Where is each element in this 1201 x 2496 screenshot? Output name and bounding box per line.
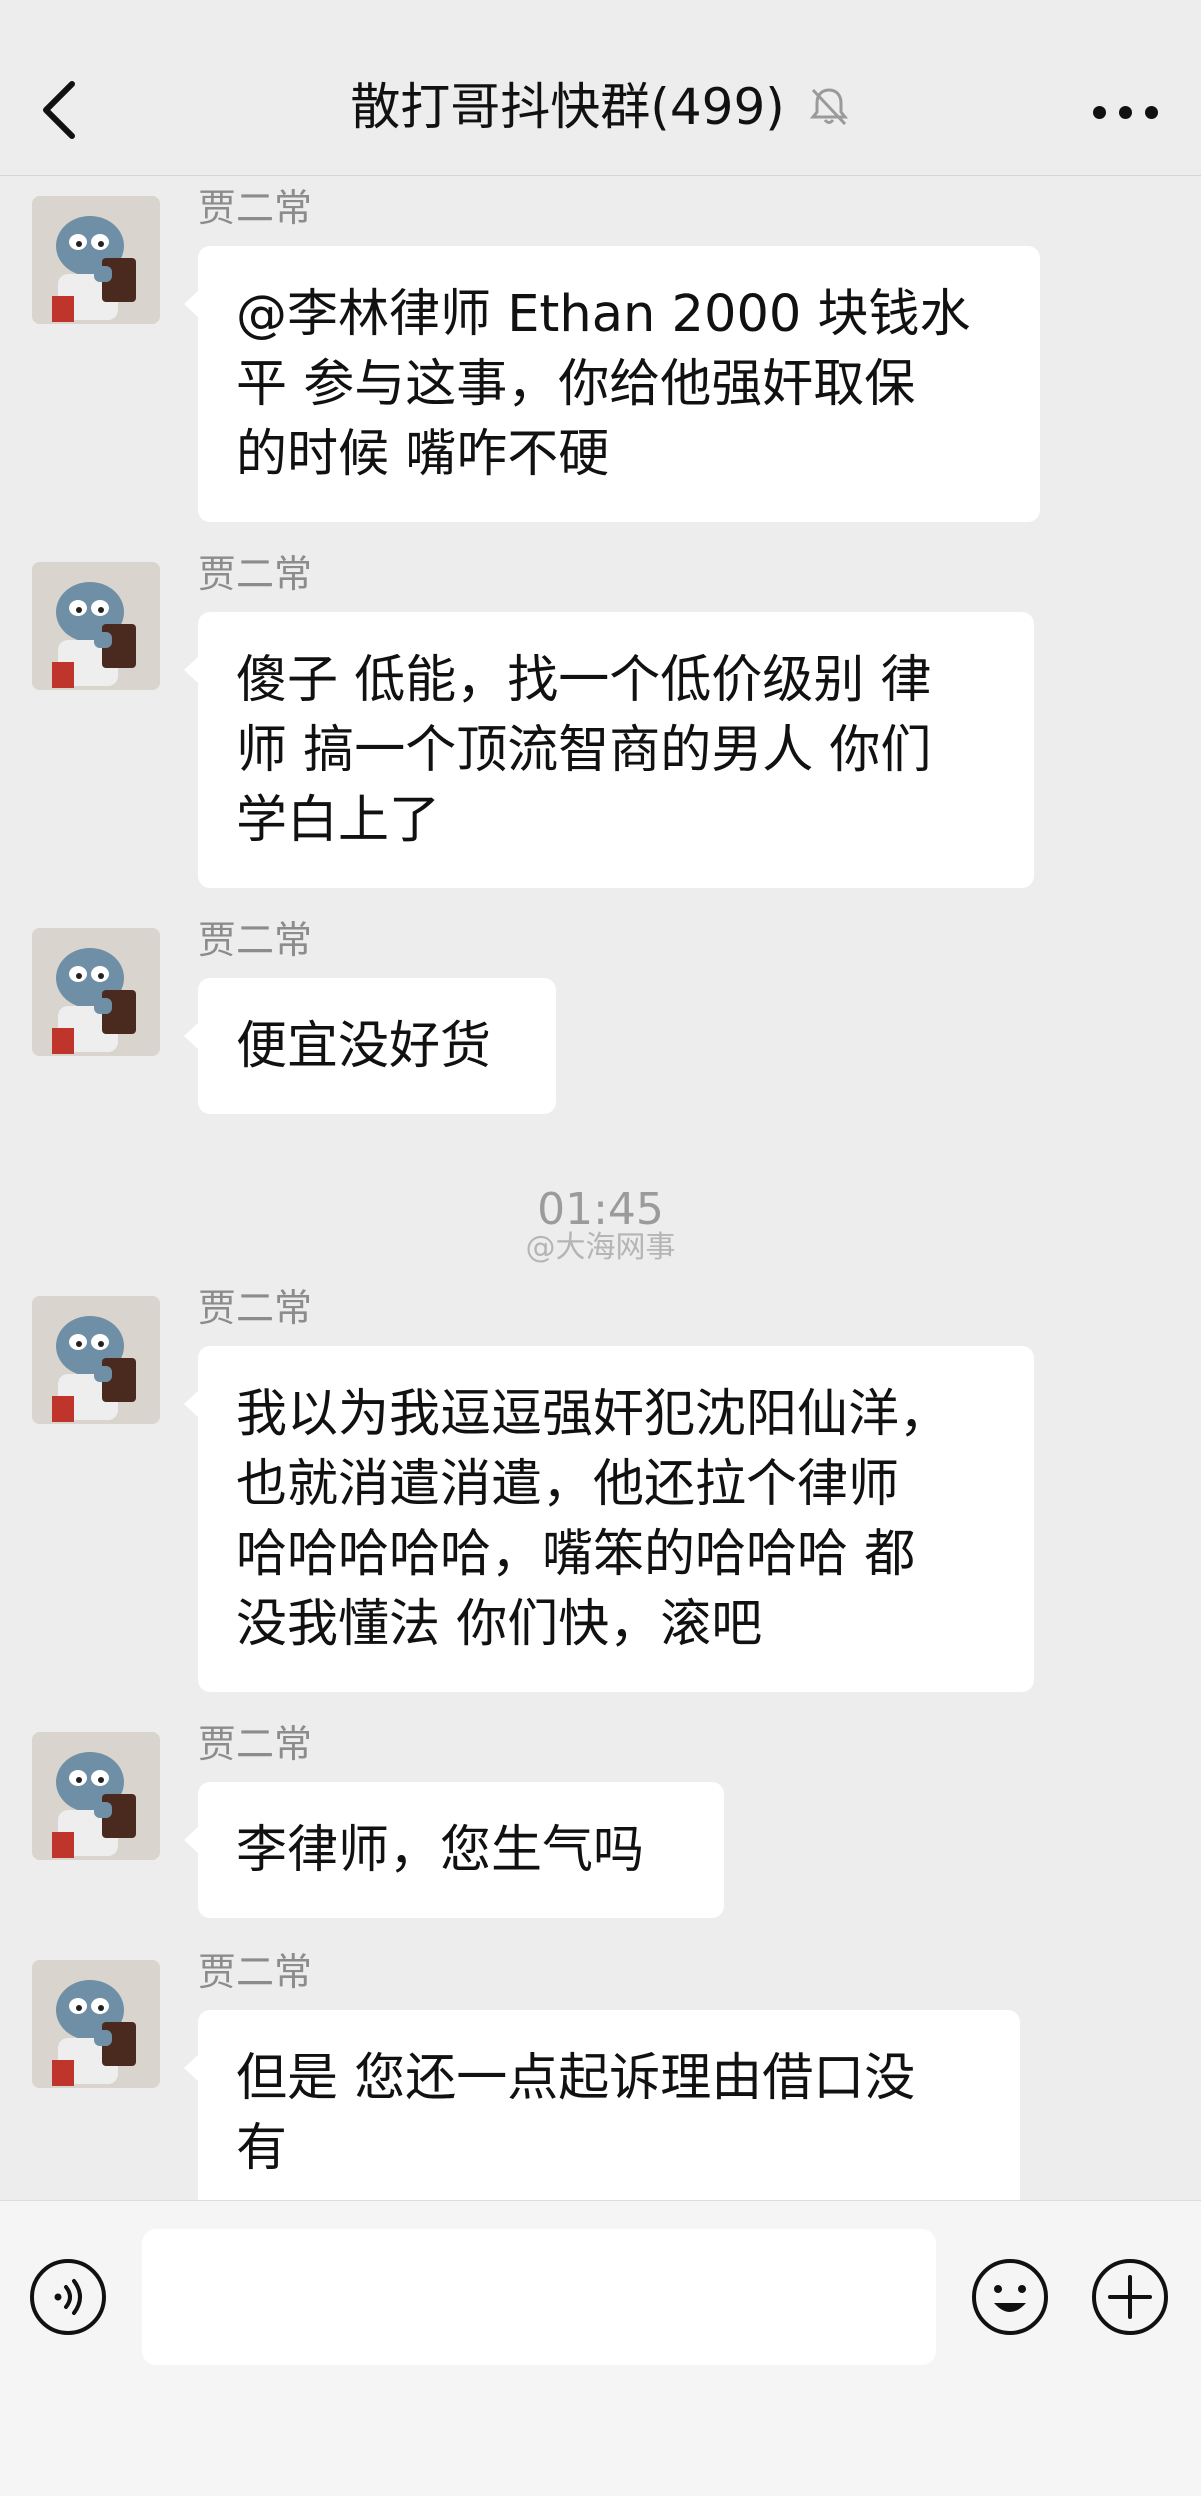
sender-name: 贾二常 [198, 186, 313, 230]
more-button[interactable] [1081, 80, 1171, 140]
chat-header: 散打哥抖快群(499) [0, 0, 1201, 176]
chat-title: 散打哥抖快群(499) [350, 78, 785, 136]
avatar[interactable] [32, 196, 160, 324]
avatar[interactable] [32, 928, 160, 1056]
avatar[interactable] [32, 562, 160, 690]
plus-button[interactable] [1090, 2257, 1170, 2337]
sender-name: 贾二常 [198, 1722, 313, 1766]
avatar[interactable] [32, 1960, 160, 2088]
bell-off-icon [807, 76, 851, 146]
avatar[interactable] [32, 1732, 160, 1860]
chat-input-bar [0, 2200, 1201, 2496]
chat-title-row: 散打哥抖快群(499) [0, 72, 1201, 146]
ellipsis-icon [1093, 106, 1106, 119]
message-bubble[interactable]: @李林律师 Ethan 2000 块钱水 平 参与这事，你给他强奸取保 的时候 … [184, 246, 1040, 522]
message-bubble[interactable]: 便宜没好货 [184, 978, 556, 1114]
voice-button[interactable] [28, 2257, 108, 2337]
sender-name: 贾二常 [198, 918, 313, 962]
emoji-icon [972, 2259, 1048, 2335]
voice-icon [30, 2259, 106, 2335]
avatar[interactable] [32, 1296, 160, 1424]
message-bubble[interactable]: 但是 您还一点起诉理由借口没 有 [184, 2010, 1020, 2216]
sender-name: 贾二常 [198, 1950, 313, 1994]
message-bubble[interactable]: 我以为我逗逗强奸犯沈阳仙洋， 也就消遣消遣，他还拉个律师 哈哈哈哈哈，嘴笨的哈哈… [184, 1346, 1034, 1692]
message-input[interactable] [142, 2229, 936, 2365]
message-bubble[interactable]: 傻子 低能，找一个低价级别 律 师 搞一个顶流智商的男人 你们 学白上了 [184, 612, 1034, 888]
sender-name: 贾二常 [198, 1286, 313, 1330]
watermark: @大海网事 [525, 1230, 676, 1265]
sender-name: 贾二常 [198, 552, 313, 596]
plus-icon [1092, 2259, 1168, 2335]
message-bubble[interactable]: 李律师，您生气吗 [184, 1782, 724, 1918]
emoji-button[interactable] [970, 2257, 1050, 2337]
